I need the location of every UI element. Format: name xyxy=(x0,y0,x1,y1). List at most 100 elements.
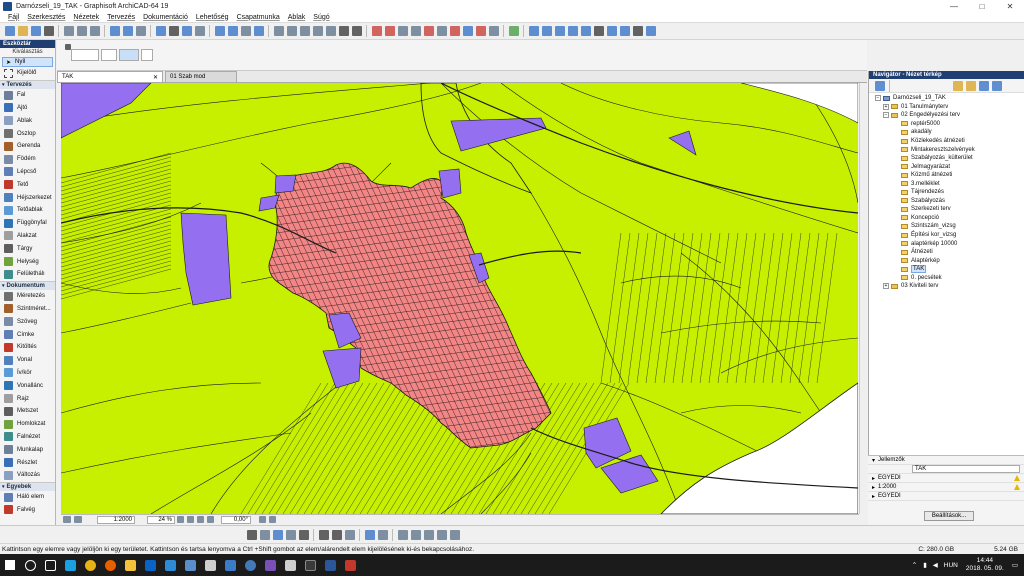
expand-icon[interactable]: ▸ xyxy=(872,475,875,482)
publisher-icon[interactable] xyxy=(979,80,989,91)
tree-item[interactable]: 3.melléklet xyxy=(869,179,1024,188)
language-indicator[interactable]: HUN xyxy=(944,562,958,569)
magnet-icon[interactable] xyxy=(253,26,264,36)
tool-item[interactable]: Födém xyxy=(0,153,55,166)
menu-design[interactable]: Tervezés xyxy=(107,14,135,21)
tree-item[interactable]: Átnézeti xyxy=(869,248,1024,257)
window-icon[interactable] xyxy=(62,516,71,523)
view-icon[interactable] xyxy=(135,26,146,36)
tool-item[interactable]: Falnézet xyxy=(0,431,55,444)
relative-construction-icon[interactable] xyxy=(397,529,408,540)
tool-item[interactable]: Tárgy xyxy=(0,242,55,255)
close-x-icon[interactable] xyxy=(351,26,362,36)
tool-item[interactable]: Ablak xyxy=(0,114,55,127)
zoom-in-icon[interactable] xyxy=(176,516,184,523)
tree-item[interactable]: − 02 Engedélyezési terv xyxy=(869,111,1024,120)
taskbar-app[interactable] xyxy=(300,554,320,576)
pen-set-icon[interactable] xyxy=(269,516,276,523)
collapse-icon[interactable]: ▾ xyxy=(872,457,875,464)
measure-icon[interactable] xyxy=(377,529,388,540)
property-row[interactable]: ▸ EGYEDI xyxy=(868,474,1024,483)
copy-icon[interactable] xyxy=(76,26,87,36)
tree-item[interactable]: Tájrendezés xyxy=(869,188,1024,197)
menu-window[interactable]: Ablak xyxy=(288,14,306,21)
new-icon[interactable] xyxy=(4,26,15,36)
open-icon[interactable] xyxy=(17,26,28,36)
stretch-icon[interactable] xyxy=(462,26,473,36)
magic-wand-icon[interactable] xyxy=(181,26,192,36)
expand-icon[interactable]: + xyxy=(883,283,889,290)
tree-item[interactable]: Szabályozás_külterület xyxy=(869,154,1024,163)
menu-options[interactable]: Lehetőség xyxy=(196,14,229,21)
marquee-tool[interactable]: Kijelölő xyxy=(0,67,55,80)
notification-icon[interactable]: ▭ xyxy=(1012,561,1018,569)
section-icon[interactable] xyxy=(541,26,552,36)
render-icon[interactable] xyxy=(508,26,519,36)
vertical-scrollbar[interactable] xyxy=(859,83,867,514)
parallel-icon[interactable] xyxy=(410,529,421,540)
tree-item[interactable]: reptér5000 xyxy=(869,120,1024,129)
split-icon[interactable] xyxy=(384,26,395,36)
grid-icon[interactable] xyxy=(285,529,296,540)
lock-icon[interactable] xyxy=(299,26,310,36)
eraser-icon[interactable] xyxy=(298,529,309,540)
taskbar-app[interactable] xyxy=(240,554,260,576)
pan-icon[interactable] xyxy=(196,516,204,523)
search-button[interactable] xyxy=(20,554,40,576)
undo-icon[interactable] xyxy=(109,26,120,36)
tool-item[interactable]: Alakzat xyxy=(0,230,55,243)
layer-combo-icon[interactable] xyxy=(259,516,266,523)
tree-item[interactable]: Építési kor_vizsg xyxy=(869,231,1024,240)
tool-item[interactable]: Tető xyxy=(0,178,55,191)
tree-item[interactable]: Alaptérkép xyxy=(869,256,1024,265)
expand-icon[interactable]: ▸ xyxy=(872,493,875,500)
tool-item[interactable]: Szintméret... xyxy=(0,303,55,316)
expand-icon[interactable]: ▸ xyxy=(872,484,875,491)
offset-cursor-icon[interactable] xyxy=(449,529,460,540)
volume-icon[interactable]: ◀ xyxy=(933,561,938,569)
pointer-icon[interactable] xyxy=(155,26,166,36)
tool-group-header[interactable]: ▾ Dokumentum xyxy=(0,280,55,290)
pointer-option-box[interactable] xyxy=(141,49,153,61)
tool-item[interactable]: Munkalap xyxy=(0,443,55,456)
tool-item[interactable]: Háló elem xyxy=(0,491,55,504)
layout-icon[interactable] xyxy=(606,26,617,36)
project-map-icon[interactable] xyxy=(874,80,885,91)
taskbar-app[interactable] xyxy=(180,554,200,576)
paste-icon[interactable] xyxy=(89,26,100,36)
menu-help[interactable]: Súgó xyxy=(313,14,329,21)
collapse-icon[interactable]: ▾ xyxy=(2,82,5,88)
taskbar-app[interactable] xyxy=(80,554,100,576)
map-drawing[interactable] xyxy=(61,83,858,514)
layout-book-icon[interactable] xyxy=(966,80,976,91)
tool-item[interactable]: Tetőablak xyxy=(0,204,55,217)
zoom-out-icon[interactable] xyxy=(186,516,194,523)
line-tool-icon[interactable] xyxy=(318,529,329,540)
rectangle-selection-box[interactable] xyxy=(101,49,117,61)
tool-item[interactable]: Homlokzat xyxy=(0,418,55,431)
menu-document[interactable]: Dokumentáció xyxy=(143,14,188,21)
layer-icon[interactable] xyxy=(214,26,225,36)
tool-item[interactable]: Címke xyxy=(0,328,55,341)
tool-item[interactable]: Vonallánc xyxy=(0,379,55,392)
guide-line-icon[interactable] xyxy=(272,529,283,540)
elevation-icon[interactable] xyxy=(554,26,565,36)
adjust-icon[interactable] xyxy=(397,26,408,36)
tool-item[interactable]: Ív/kör xyxy=(0,367,55,380)
publish-icon[interactable] xyxy=(632,26,643,36)
mirror-icon[interactable] xyxy=(436,26,447,36)
tool-item[interactable]: Vonal xyxy=(0,354,55,367)
tree-item[interactable]: Szerkezeti terv xyxy=(869,205,1024,214)
print-icon[interactable] xyxy=(43,26,54,36)
tool-item[interactable]: Szöveg xyxy=(0,315,55,328)
tool-item[interactable]: Részlet xyxy=(0,456,55,469)
tool-group-header[interactable]: ▾ Tervezés xyxy=(0,79,55,89)
taskbar-app[interactable] xyxy=(340,554,360,576)
tab-tak[interactable]: TAK ✕ xyxy=(57,71,163,82)
tree-item[interactable]: +03 Kiviteli terv xyxy=(869,282,1024,291)
tool-item[interactable]: Lépcső xyxy=(0,166,55,179)
angle-field[interactable]: 0,00° xyxy=(221,515,251,524)
guide-icon[interactable] xyxy=(240,26,251,36)
clock[interactable]: 14:44 2018. 05. 09. xyxy=(966,557,1004,573)
property-row[interactable]: ▸ 1:2000 xyxy=(868,483,1024,492)
